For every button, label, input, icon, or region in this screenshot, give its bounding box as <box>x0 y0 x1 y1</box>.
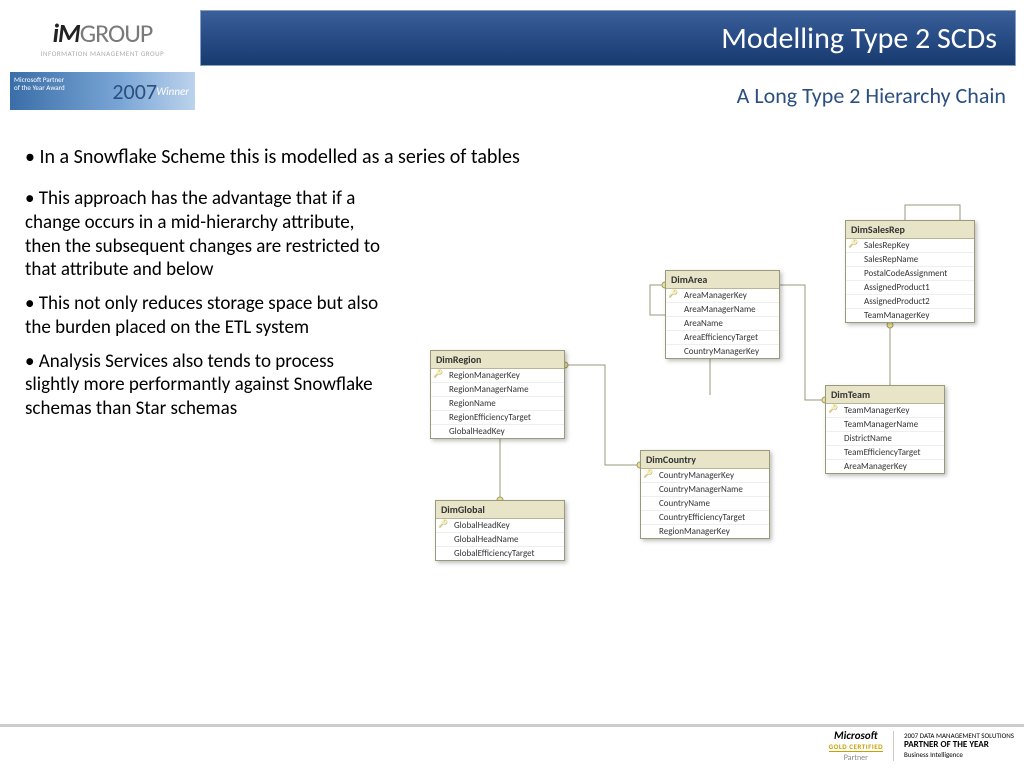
table-column: SalesRepName <box>846 253 974 267</box>
slide-header: iMGROUP INFORMATION MANAGEMENT GROUP Mod… <box>0 0 1024 120</box>
table-column: CountryName <box>641 497 769 511</box>
table-column: GlobalHeadKey <box>431 425 564 438</box>
table-header: DimSalesRep <box>846 221 974 239</box>
table-column: AreaManagerKey <box>666 289 779 303</box>
bullet-item: This not only reduces storage space but … <box>25 292 385 340</box>
table-column: TeamEfficiencyTarget <box>826 446 944 460</box>
table-dimcountry: DimCountry CountryManagerKey CountryMana… <box>640 450 770 539</box>
table-column: AreaEfficiencyTarget <box>666 331 779 345</box>
table-column: TeamManagerName <box>826 418 944 432</box>
table-column: CountryManagerKey <box>666 345 779 358</box>
table-column: SalesRepKey <box>846 239 974 253</box>
footer-award-sub: Business Intelligence <box>904 751 1014 759</box>
table-column: TeamManagerKey <box>826 404 944 418</box>
table-column: GlobalHeadKey <box>436 519 564 533</box>
table-header: DimRegion <box>431 351 564 369</box>
company-logo: iMGROUP INFORMATION MANAGEMENT GROUP <box>10 10 195 65</box>
table-column: AssignedProduct1 <box>846 281 974 295</box>
schema-diagram: DimRegion RegionManagerKey RegionManager… <box>430 200 1010 600</box>
ms-cert-badge: Microsoft GOLD CERTIFIED Partner <box>829 729 883 763</box>
table-column: DistrictName <box>826 432 944 446</box>
table-column: CountryManagerKey <box>641 469 769 483</box>
table-column: PostalCodeAssignment <box>846 267 974 281</box>
logo-rest: GROUP <box>80 17 153 49</box>
footer-partner: Partner <box>829 751 883 763</box>
table-dimglobal: DimGlobal GlobalHeadKey GlobalHeadName G… <box>435 500 565 561</box>
table-dimregion: DimRegion RegionManagerKey RegionManager… <box>430 350 565 439</box>
bullet-list: This approach has the advantage that if … <box>25 187 385 421</box>
badge-winner: Winner <box>156 85 189 98</box>
table-dimarea: DimArea AreaManagerKey AreaManagerName A… <box>665 270 780 359</box>
slide-title: Modelling Type 2 SCDs <box>721 20 997 57</box>
table-column: CountryManagerName <box>641 483 769 497</box>
table-column: AssignedProduct2 <box>846 295 974 309</box>
table-column: AreaName <box>666 317 779 331</box>
slide-subtitle: A Long Type 2 Hierarchy Chain <box>737 82 1006 109</box>
table-column: RegionEfficiencyTarget <box>431 411 564 425</box>
table-column: AreaManagerName <box>666 303 779 317</box>
slide-footer: Microsoft GOLD CERTIFIED Partner 2007 DA… <box>0 724 1024 764</box>
badge-year: 2007 <box>112 78 157 105</box>
title-bar: Modelling Type 2 SCDs <box>200 10 1016 66</box>
logo-mark: iM <box>53 17 80 49</box>
table-column: CountryEfficiencyTarget <box>641 511 769 525</box>
intro-bullet: In a Snowflake Scheme this is modelled a… <box>25 145 1004 169</box>
table-header: DimGlobal <box>436 501 564 519</box>
bullet-item: Analysis Services also tends to process … <box>25 350 385 421</box>
table-column: GlobalEfficiencyTarget <box>436 547 564 560</box>
table-column: TeamManagerKey <box>846 309 974 322</box>
table-column: RegionManagerName <box>431 383 564 397</box>
footer-separator <box>893 731 894 761</box>
table-header: DimArea <box>666 271 779 289</box>
bullet-item: This approach has the advantage that if … <box>25 187 385 282</box>
table-header: DimCountry <box>641 451 769 469</box>
footer-ms: Microsoft <box>829 729 883 742</box>
logo-tagline: INFORMATION MANAGEMENT GROUP <box>41 49 164 58</box>
footer-gold: GOLD CERTIFIED <box>829 742 883 751</box>
partner-award-badge: 2007 DATA MANAGEMENT SOLUTIONS PARTNER O… <box>904 732 1014 760</box>
table-column: RegionName <box>431 397 564 411</box>
badge-line2: of the Year Award <box>14 83 65 92</box>
table-header: DimTeam <box>826 386 944 404</box>
table-column: RegionManagerKey <box>431 369 564 383</box>
table-dimsalesrep: DimSalesRep SalesRepKey SalesRepName Pos… <box>845 220 975 323</box>
table-dimteam: DimTeam TeamManagerKey TeamManagerName D… <box>825 385 945 474</box>
award-badge: Microsoft Partnerof the Year Award 2007 … <box>10 72 195 110</box>
table-column: RegionManagerKey <box>641 525 769 538</box>
table-column: AreaManagerKey <box>826 460 944 473</box>
table-column: GlobalHeadName <box>436 533 564 547</box>
